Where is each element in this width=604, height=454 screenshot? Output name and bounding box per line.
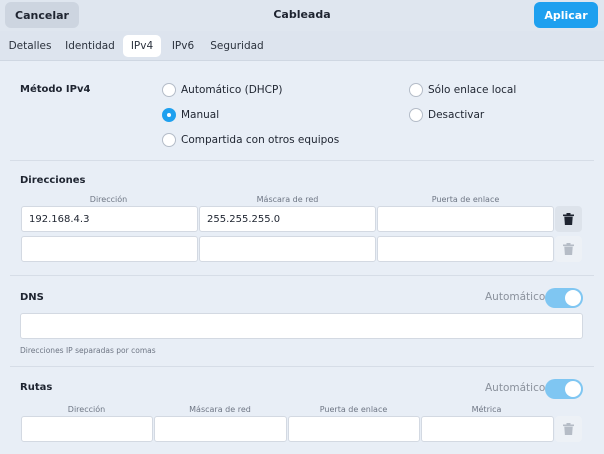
radio-button[interactable] — [162, 83, 176, 97]
dns-input[interactable] — [20, 313, 583, 339]
netmask-field[interactable]: 255.255.255.0 — [199, 206, 376, 232]
radio-button-checked[interactable] — [162, 108, 176, 122]
address-field[interactable] — [21, 236, 198, 262]
section-divider — [10, 160, 594, 161]
section-divider — [10, 275, 594, 276]
delete-route-button-disabled — [555, 416, 582, 442]
radio-disable[interactable]: Desactivar — [409, 107, 484, 123]
delete-address-button[interactable] — [555, 206, 582, 232]
radio-button[interactable] — [409, 83, 423, 97]
radio-label: Desactivar — [428, 109, 485, 121]
column-header-address: Dirección — [89, 195, 128, 204]
routes-auto-toggle[interactable] — [545, 379, 583, 399]
dns-auto-toggle[interactable] — [545, 288, 583, 308]
column-header-address: Dirección — [67, 405, 106, 414]
address-field[interactable]: 192.168.4.3 — [21, 206, 198, 232]
column-header-gateway: Puerta de enlace — [431, 195, 500, 204]
radio-label: Manual — [181, 109, 220, 121]
radio-button[interactable] — [409, 108, 423, 122]
radio-label: Sólo enlace local — [428, 84, 517, 96]
radio-link-local[interactable]: Sólo enlace local — [409, 82, 516, 98]
delete-address-button-disabled — [555, 236, 582, 262]
header-bar: Cancelar Cableada Aplicar — [0, 0, 604, 31]
routes-auto-label: Automático — [485, 382, 546, 394]
trash-icon — [563, 213, 574, 225]
method-heading: Método IPv4 — [20, 84, 91, 95]
tab-detalles[interactable]: Detalles — [4, 35, 56, 57]
tab-seguridad[interactable]: Seguridad — [205, 35, 269, 57]
cancel-button[interactable]: Cancelar — [5, 2, 79, 28]
radio-button[interactable] — [162, 133, 176, 147]
radio-label: Compartida con otros equipos — [181, 134, 340, 146]
route-metric-field[interactable] — [421, 416, 554, 442]
apply-button[interactable]: Aplicar — [534, 2, 598, 28]
radio-shared[interactable]: Compartida con otros equipos — [162, 132, 339, 148]
dns-auto-label: Automático — [485, 291, 546, 303]
tab-ipv6[interactable]: IPv6 — [166, 35, 200, 57]
trash-icon — [563, 423, 574, 435]
gateway-field[interactable] — [377, 206, 554, 232]
column-header-gateway: Puerta de enlace — [319, 405, 388, 414]
column-header-metric: Métrica — [471, 405, 502, 414]
route-netmask-field[interactable] — [154, 416, 287, 442]
radio-label: Automático (DHCP) — [181, 84, 283, 96]
tab-ipv4[interactable]: IPv4 — [123, 35, 161, 57]
tab-identidad[interactable]: Identidad — [62, 35, 118, 57]
dns-heading: DNS — [20, 292, 44, 303]
section-divider — [10, 366, 594, 367]
netmask-field[interactable] — [199, 236, 376, 262]
radio-manual[interactable]: Manual — [162, 107, 219, 123]
dns-hint: Direcciones IP separadas por comas — [20, 346, 156, 355]
addresses-heading: Direcciones — [20, 175, 86, 186]
routes-heading: Rutas — [20, 382, 53, 393]
route-address-field[interactable] — [21, 416, 153, 442]
tab-bar: Detalles Identidad IPv4 IPv6 Seguridad — [0, 31, 604, 61]
radio-automatic-dhcp[interactable]: Automático (DHCP) — [162, 82, 282, 98]
column-header-netmask: Máscara de red — [189, 405, 251, 414]
trash-icon — [563, 243, 574, 255]
column-header-netmask: Máscara de red — [256, 195, 319, 204]
gateway-field[interactable] — [377, 236, 554, 262]
window-title: Cableada — [273, 8, 331, 21]
route-gateway-field[interactable] — [288, 416, 420, 442]
